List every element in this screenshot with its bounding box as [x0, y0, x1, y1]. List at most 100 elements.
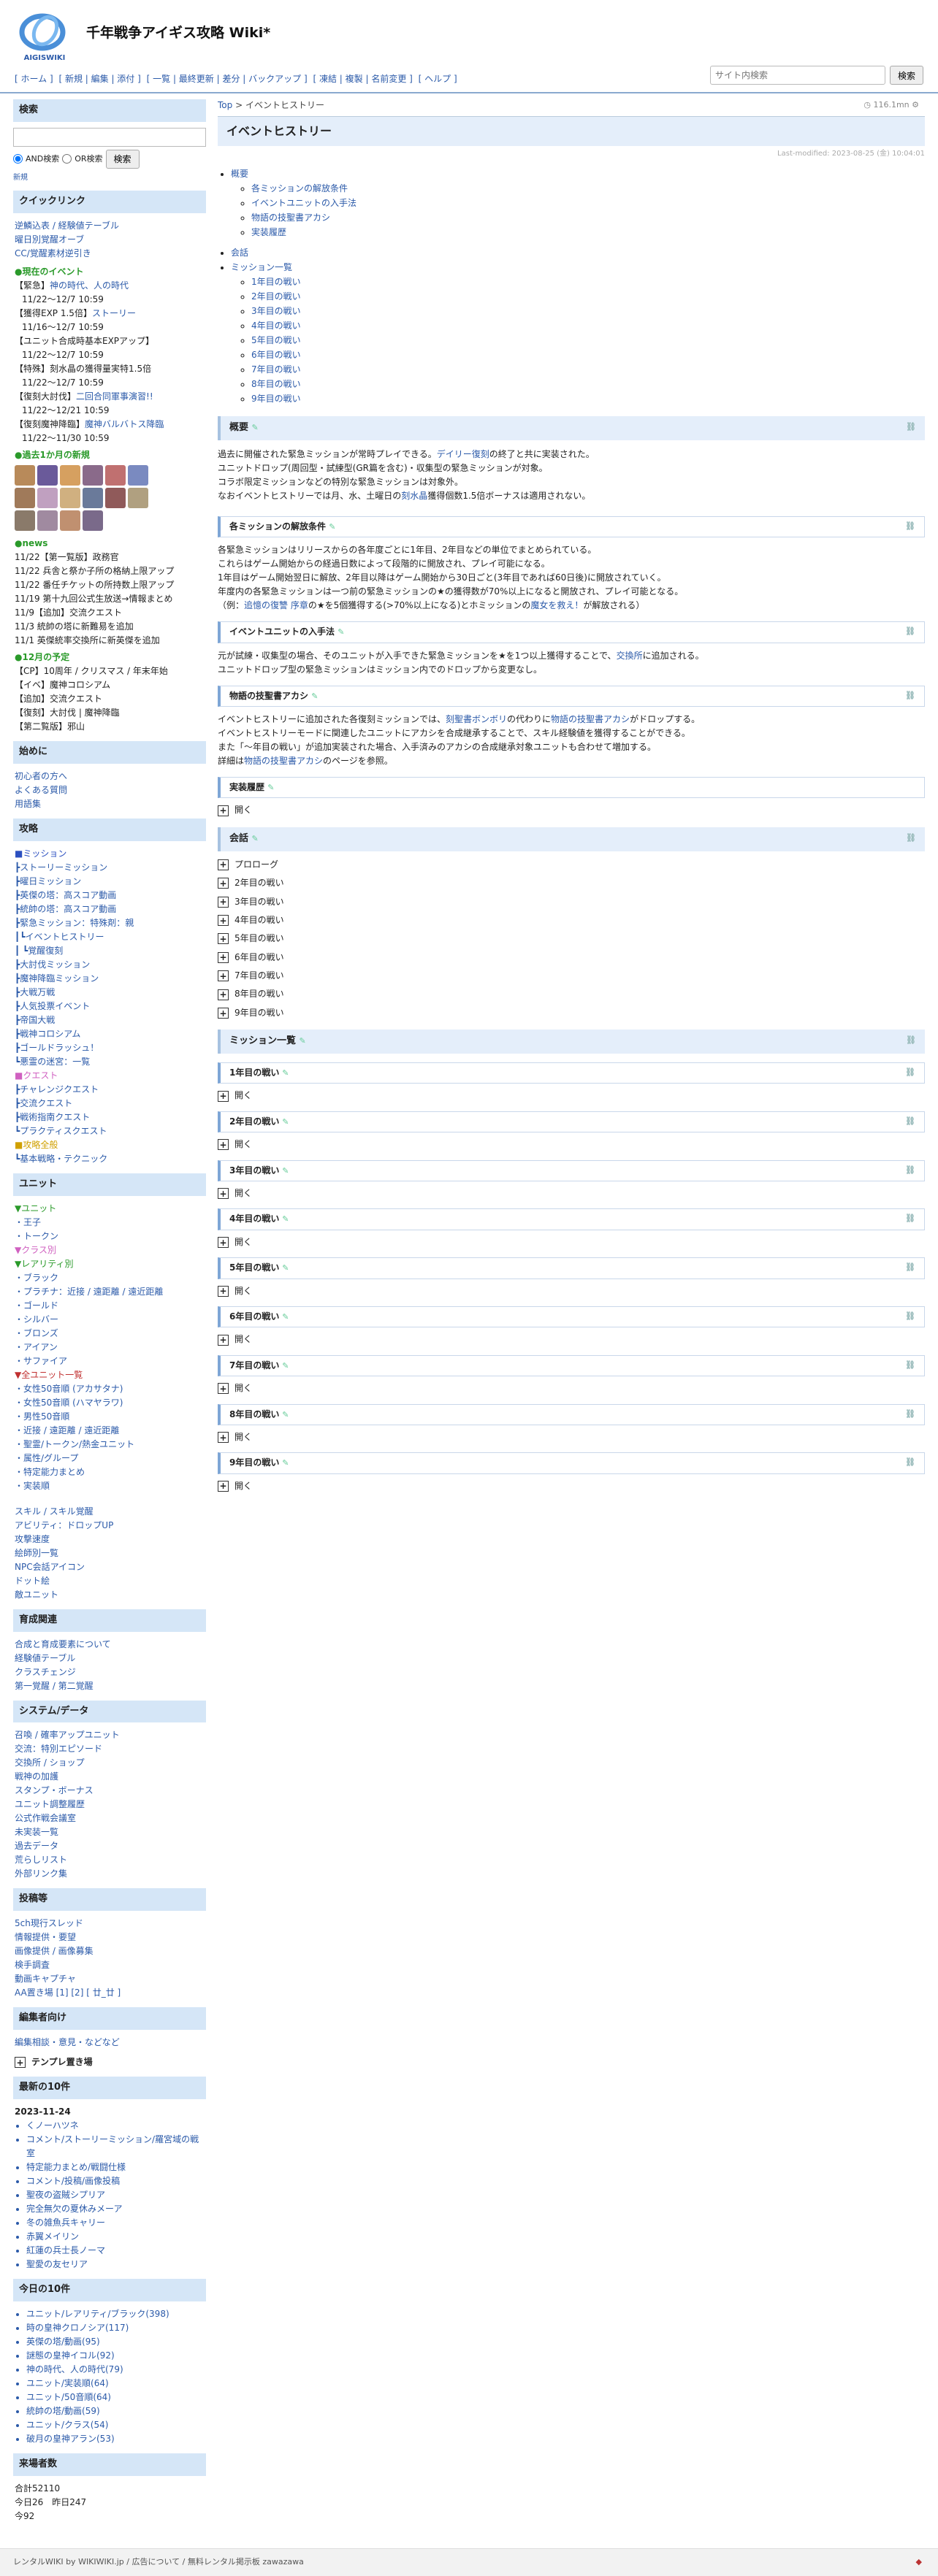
latest-item[interactable]: コメント/投稿/画像投稿 [26, 2174, 205, 2188]
strategy-link[interactable]: ┣魔神降臨ミッション [15, 972, 205, 986]
editor-consult-link[interactable]: 編集相談・意見・などなど [15, 2036, 205, 2050]
edit-pencil-icon[interactable]: ✎ [329, 522, 335, 532]
history-fold[interactable]: + 開く [218, 804, 925, 816]
system-link[interactable]: ユニット調整履歴 [15, 1798, 205, 1812]
akashi-page-link[interactable]: 物語の技聖書アカシ [244, 756, 323, 766]
event-link[interactable]: 二回合同軍事演習!! [76, 391, 153, 402]
unit-thumbnail[interactable] [60, 510, 80, 532]
class-head[interactable]: ▼クラス別 [15, 1243, 205, 1257]
news-item[interactable]: 11/19 第十九回公式生放送→情報まとめ [15, 592, 205, 606]
post-link[interactable]: 5ch現行スレッド [15, 1917, 205, 1931]
exchange-link[interactable]: 交換所 [617, 651, 643, 661]
strategy-link[interactable]: ┣ストーリーミッション [15, 861, 205, 875]
menu-list-group[interactable]: [ 一覧 | 最終更新 | 差分 | バックアップ ] [147, 74, 308, 84]
toc-talk[interactable]: 会話 [231, 248, 248, 258]
quest-link[interactable]: ┣交流クエスト [15, 1097, 205, 1111]
quest-link[interactable]: ┣戦術指南クエスト [15, 1111, 205, 1124]
toc-link[interactable]: 5年目の戦い [251, 335, 301, 345]
rarity-link[interactable]: ・アイアン [15, 1341, 205, 1354]
system-link[interactable]: 交換所 / ショップ [15, 1756, 205, 1770]
strategy-link[interactable]: ┣戦神コロシアム [15, 1027, 205, 1041]
quick-link[interactable]: 逆鱗込表 / 経験値テーブル [15, 219, 205, 233]
system-link[interactable]: 未実装一覧 [15, 1825, 205, 1839]
post-link[interactable]: 検手調査 [15, 1958, 205, 1972]
system-link[interactable]: 過去データ [15, 1839, 205, 1853]
plan-item[interactable]: 【イベ】魔神コロシアム [15, 678, 205, 692]
anchor-link-icon[interactable]: ⛓ [905, 1311, 915, 1323]
menu-edit-group[interactable]: [ 新規 | 編集 | 添付 ] [58, 74, 140, 84]
rarity-link[interactable]: ・ゴールド [15, 1299, 205, 1313]
sidebar-new-link[interactable]: 新規 [13, 173, 206, 184]
unit-thumbnail[interactable] [60, 488, 80, 509]
today-item[interactable]: 破月の皇神アラン(53) [26, 2432, 205, 2446]
anchor-link-icon[interactable]: ⛓ [905, 1116, 915, 1128]
site-title[interactable]: 千年戦争アイギス攻略 Wiki* [86, 23, 270, 44]
system-link[interactable]: 戦神の加護 [15, 1770, 205, 1784]
bonbori-link[interactable]: 刻聖書ボンボリ [446, 714, 507, 724]
start-link[interactable]: 用語集 [15, 797, 205, 811]
today-item[interactable]: 時の皇神クロノシア(117) [26, 2321, 205, 2335]
edit-pencil-icon[interactable]: ✎ [252, 834, 259, 843]
mission-fold[interactable]: + 開く [218, 1382, 925, 1395]
edit-pencil-icon[interactable]: ✎ [279, 1263, 289, 1273]
strategy-link[interactable]: ┣大討伐ミッション [15, 958, 205, 972]
latest-item[interactable]: 完全無欠の夏休みメーア [26, 2202, 205, 2216]
today-item[interactable]: 謎態の皇神イコル(92) [26, 2349, 205, 2363]
latest-item[interactable]: 特定能力まとめ/戦闘仕様 [26, 2161, 205, 2174]
anchor-link-icon[interactable]: ⛓ [905, 1262, 915, 1274]
unit-link[interactable]: ・王子 [15, 1216, 205, 1230]
quest-link[interactable]: ┣チャレンジクエスト [15, 1083, 205, 1097]
and-search-radio[interactable] [13, 154, 23, 164]
event-link[interactable]: 神の時代、人の時代 [50, 280, 129, 291]
rarity-link[interactable]: ・ブラック [15, 1271, 205, 1285]
toc-link[interactable]: 3年目の戦い [251, 306, 301, 316]
post-link[interactable]: 情報提供・要望 [15, 1931, 205, 1944]
talk-fold[interactable]: + プロローグ [218, 859, 925, 871]
unit-thumbnail[interactable] [15, 465, 35, 486]
growth-link[interactable]: 第一覚醒 / 第二覚醒 [15, 1679, 205, 1693]
mission-fold[interactable]: + 開く [218, 1187, 925, 1200]
template-fold[interactable]: + テンプレ置き場 [15, 2055, 205, 2069]
start-link[interactable]: よくある質問 [15, 783, 205, 797]
today-item[interactable]: 統帥の塔/動画(59) [26, 2404, 205, 2418]
toc-missions[interactable]: ミッション一覧 [231, 262, 292, 272]
aa-link[interactable]: AA置き場 [1] [2] [ 廿_廿 ] [15, 1986, 205, 2000]
mission-fold[interactable]: + 開く [218, 1285, 925, 1297]
anchor-link-icon[interactable]: ⛓ [905, 1360, 915, 1372]
unit-thumbnail[interactable] [37, 465, 58, 486]
anchor-link-icon[interactable]: ⛓ [906, 1035, 916, 1049]
unit-thumbnail[interactable] [37, 510, 58, 532]
strategy-link[interactable]: ┣統帥の塔：高スコア動画 [15, 902, 205, 916]
unit-thumbnail[interactable] [83, 510, 103, 532]
toc-link[interactable]: イベントユニットの入手法 [251, 198, 356, 208]
plan-item[interactable]: 【復刻】大討伐 | 魔神降臨 [15, 706, 205, 720]
or-search-radio[interactable] [62, 154, 72, 164]
unit-misc-link[interactable]: スキル / スキル覚醒 [15, 1505, 205, 1519]
toc-overview[interactable]: 概要 [231, 169, 248, 179]
growth-link[interactable]: クラスチェンジ [15, 1665, 205, 1679]
growth-link[interactable]: 経験値テーブル [15, 1652, 205, 1665]
site-search-button[interactable]: 検索 [890, 66, 924, 85]
edit-pencil-icon[interactable]: ✎ [311, 691, 318, 701]
talk-fold[interactable]: +2年目の戦い [218, 877, 925, 889]
edit-pencil-icon[interactable]: ✎ [279, 1361, 289, 1371]
strategy-link[interactable]: ┣大戦万戦 [15, 986, 205, 1000]
news-item[interactable]: 11/1 英傑統率交換所に新英傑を追加 [15, 634, 205, 648]
latest-item[interactable]: 聖愛の友セリア [26, 2258, 205, 2272]
latest-item[interactable]: くノーハツネ [26, 2119, 205, 2133]
quick-link[interactable]: 曜日別覚醒オーブ [15, 233, 205, 247]
toc-link[interactable]: 1年目の戦い [251, 277, 301, 287]
unit-thumbnail[interactable] [15, 510, 35, 532]
anchor-link-icon[interactable]: ⛓ [905, 1408, 915, 1421]
unit-misc-link[interactable]: アビリティ：ドロップUP [15, 1519, 205, 1533]
latest-item[interactable]: 聖夜の盗賊シプリア [26, 2188, 205, 2202]
rarity-link[interactable]: ・ブロンズ [15, 1327, 205, 1341]
footer-icon[interactable]: ◆ [916, 2556, 922, 2568]
menu-home[interactable]: [ ホーム ] [15, 74, 53, 84]
edit-pencil-icon[interactable]: ✎ [300, 1036, 306, 1046]
news-item[interactable]: 11/22【第一覧版】政務官 [15, 551, 205, 564]
site-search-input[interactable] [710, 66, 885, 85]
unit-misc-link[interactable]: 攻撃速度 [15, 1533, 205, 1546]
unit-misc-link[interactable]: NPC会話アイコン [15, 1560, 205, 1574]
plan-item[interactable]: 【CP】10周年 / クリスマス / 年末年始 [15, 664, 205, 678]
